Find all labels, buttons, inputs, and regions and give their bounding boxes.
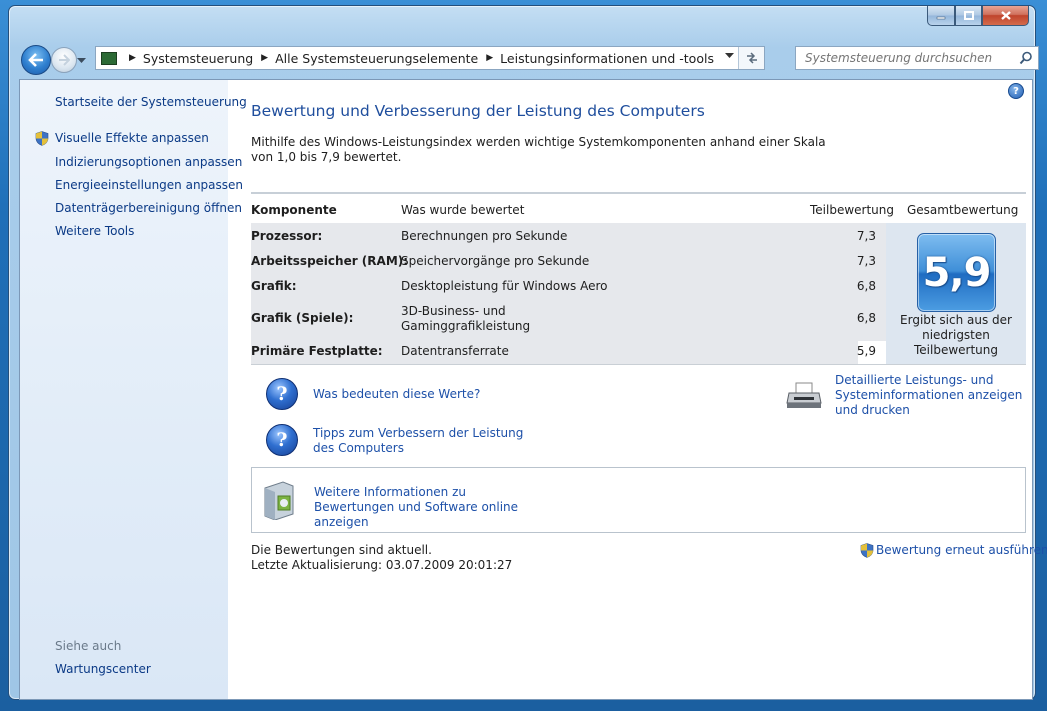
task-pane: Startseite der Systemsteuerung Visuelle … <box>20 80 247 699</box>
sidebar-link-action-center[interactable]: Wartungscenter <box>55 662 151 676</box>
client-area: Startseite der Systemsteuerung Visuelle … <box>19 79 1047 700</box>
chevron-right-icon[interactable]: ▶ <box>129 53 136 63</box>
breadcrumb-alle-elemente[interactable]: Alle Systemsteuerungselemente <box>275 51 478 66</box>
help-question-icon[interactable]: ? <box>266 378 298 410</box>
score-table-body: Prozessor: Berechnungen pro Sekunde 7,3 … <box>251 223 886 365</box>
help-question-icon[interactable]: ? <box>266 424 298 456</box>
link-tips[interactable]: Tipps zum Verbessern der Leistung des Co… <box>313 426 528 456</box>
page-title: Bewertung und Verbesserung der Leistung … <box>251 102 705 120</box>
arrow-left-icon <box>28 53 43 67</box>
sidebar-link-advanced-tools[interactable]: Weitere Tools <box>55 224 134 238</box>
chevron-right-icon[interactable]: ▶ <box>486 53 493 63</box>
chevron-right-icon[interactable]: ▶ <box>261 53 268 63</box>
row-rated: Datentransferrate <box>401 344 509 358</box>
row-score: 5,9 <box>856 344 876 358</box>
refresh-icon <box>746 52 757 64</box>
arrow-right-icon <box>59 54 70 66</box>
breadcrumb-systemsteuerung[interactable]: Systemsteuerung <box>143 51 253 66</box>
row-component: Prozessor: <box>251 229 323 243</box>
uac-shield-icon <box>860 543 874 558</box>
control-panel-icon <box>101 51 117 65</box>
back-button[interactable] <box>21 45 51 75</box>
forward-button[interactable] <box>51 47 77 73</box>
row-rated: Berechnungen pro Sekunde <box>401 229 568 243</box>
row-score: 7,3 <box>856 229 876 243</box>
sidebar-link-home[interactable]: Startseite der Systemsteuerung <box>55 95 247 109</box>
search-box[interactable] <box>795 46 1039 70</box>
minimize-icon <box>936 16 946 19</box>
base-score-value: 5,9 <box>922 249 992 296</box>
base-score-badge: 5,9 <box>917 233 996 312</box>
page-description: Mithilfe des Windows-Leistungsindex werd… <box>251 135 826 164</box>
base-score-panel: 5,9 Ergibt sich aus der niedrigsten Teil… <box>886 223 1026 365</box>
main-content: ? Bewertung und Verbesserung der Leistun… <box>251 80 1047 699</box>
header-component: Komponente <box>251 203 337 217</box>
sidebar-link-disk-cleanup[interactable]: Datenträgerbereinigung öffnen <box>55 201 242 215</box>
close-icon <box>1000 11 1011 20</box>
uac-shield-icon <box>35 131 49 146</box>
minimize-button[interactable] <box>927 6 955 26</box>
refresh-button[interactable] <box>738 47 764 69</box>
sidebar-link-power[interactable]: Energieeinstellungen anpassen <box>55 178 243 192</box>
more-info-box: Weitere Informationen zu Bewertungen und… <box>251 467 1026 533</box>
chevron-down-icon <box>77 58 86 63</box>
base-score-note: Ergibt sich aus der niedrigsten Teilbewe… <box>900 313 1012 357</box>
rerun-assessment[interactable]: Bewertung erneut ausführen <box>860 543 1047 558</box>
see-also-heading: Siehe auch <box>55 639 122 653</box>
status-text: Die Bewertungen sind aktuell. Letzte Akt… <box>251 543 512 573</box>
row-score: 6,8 <box>856 279 876 293</box>
row-component: Primäre Festplatte: <box>251 344 383 358</box>
search-input[interactable] <box>803 50 1017 66</box>
recent-pages-dropdown[interactable] <box>77 53 86 67</box>
sidebar-link-indexing[interactable]: Indizierungsoptionen anpassen <box>55 155 242 169</box>
row-rated: Speichervorgänge pro Sekunde <box>401 254 590 268</box>
window-frame: ▶ Systemsteuerung ▶ Alle Systemsteuerung… <box>8 5 1047 700</box>
breadcrumb-leistungsinformationen[interactable]: Leistungsinformationen und -tools <box>500 51 714 66</box>
caption-buttons <box>927 6 1029 26</box>
row-score: 7,3 <box>856 254 876 268</box>
printer-icon[interactable] <box>786 381 822 411</box>
address-dropdown[interactable] <box>725 52 734 62</box>
address-bar[interactable]: ▶ Systemsteuerung ▶ Alle Systemsteuerung… <box>95 46 765 70</box>
search-icon[interactable] <box>1019 51 1033 68</box>
link-what-mean[interactable]: Was bedeuten diese Werte? <box>313 387 480 402</box>
maximize-button[interactable] <box>955 6 982 26</box>
chevron-down-icon <box>725 53 734 58</box>
navigation-bar: ▶ Systemsteuerung ▶ Alle Systemsteuerung… <box>19 44 1039 78</box>
row-rated: Desktopleistung für Windows Aero <box>401 279 608 293</box>
row-rated: 3D-Business- und Gaminggrafikleistung <box>401 304 531 333</box>
header-subscore: Teilbewertung <box>810 203 895 217</box>
header-rated: Was wurde bewertet <box>401 203 525 217</box>
link-details-print[interactable]: Detaillierte Leistungs- und Systeminform… <box>835 373 1027 418</box>
row-component: Grafik (Spiele): <box>251 311 354 325</box>
sidebar-link-visual-effects[interactable]: Visuelle Effekte anpassen <box>55 131 209 145</box>
row-component: Arbeitsspeicher (RAM): <box>251 254 409 268</box>
help-icon[interactable]: ? <box>1008 83 1024 99</box>
rerun-assessment-label[interactable]: Bewertung erneut ausführen <box>876 543 1047 558</box>
close-button[interactable] <box>982 6 1029 26</box>
score-table-header: Komponente Was wurde bewertet Teilbewert… <box>251 192 1026 224</box>
header-basescore: Gesamtbewertung <box>907 203 1019 217</box>
maximize-icon <box>963 11 974 20</box>
last-update: Letzte Aktualisierung: 03.07.2009 20:01:… <box>251 558 513 572</box>
row-score: 6,8 <box>856 311 876 325</box>
software-box-icon[interactable] <box>261 480 297 520</box>
link-more-info[interactable]: Weitere Informationen zu Bewertungen und… <box>314 485 529 530</box>
status-current: Die Bewertungen sind aktuell. <box>251 543 432 557</box>
row-component: Grafik: <box>251 279 297 293</box>
